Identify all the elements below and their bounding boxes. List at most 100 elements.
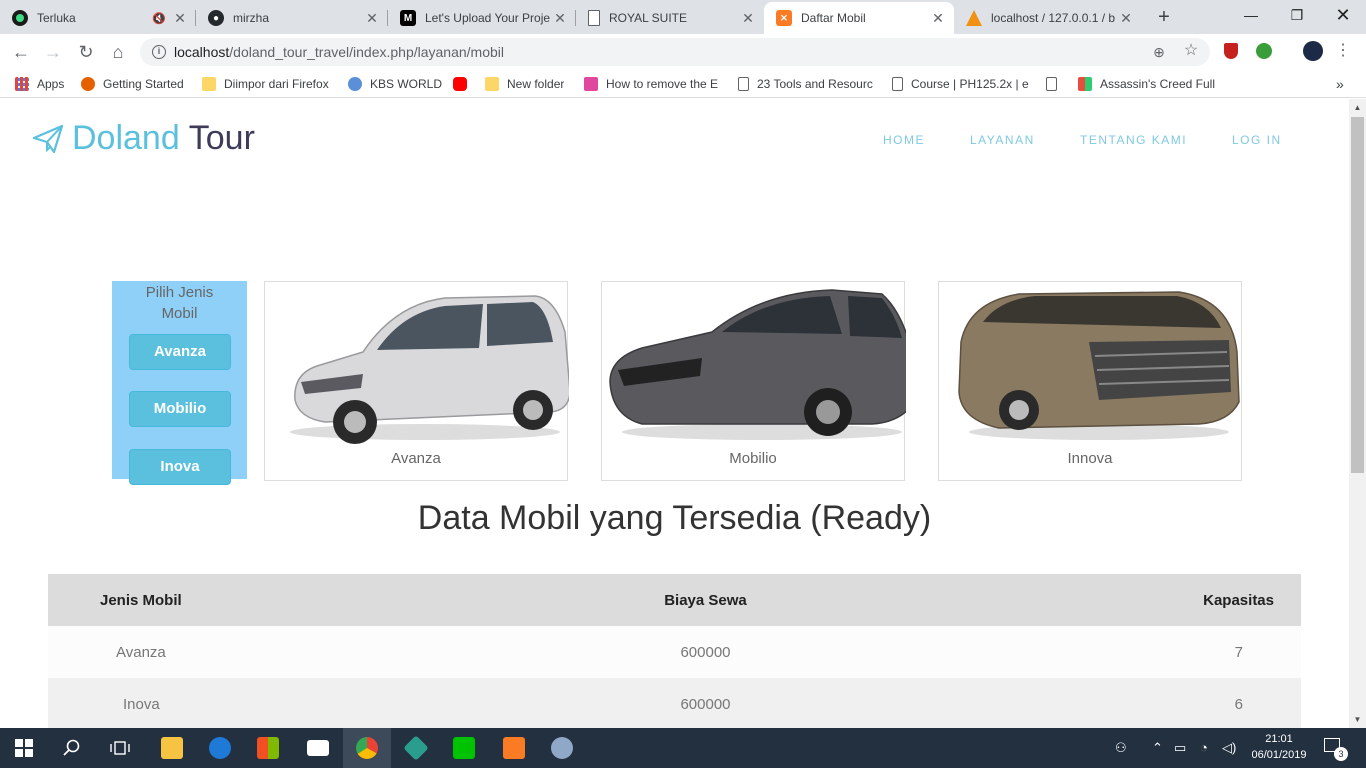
system-clock[interactable]: 21:01 06/01/2019 (1244, 731, 1314, 763)
info-icon[interactable]: i (152, 45, 166, 59)
window-close-button[interactable]: ✕ (1320, 0, 1366, 30)
bookmarks-overflow[interactable]: » (1336, 75, 1344, 93)
bookmark-assassins-creed[interactable]: Assassin's Creed Full (1078, 75, 1218, 93)
browser-toolbar: ← → ↻ ⌂ i localhost/doland_tour_travel/i… (0, 34, 1366, 70)
bookmark-apps[interactable]: Apps (15, 75, 64, 93)
mobilio-button[interactable]: Mobilio (129, 391, 231, 427)
tab-mirzha[interactable]: ● mirzha ✕ (196, 2, 388, 34)
wifi-icon[interactable]: ◔ (1200, 740, 1208, 755)
car-type-selector: Pilih Jenis Mobil Avanza Mobilio Inova (112, 281, 247, 485)
car-card-avanza[interactable]: Avanza (264, 281, 569, 481)
cell-kapasitas: 6 (863, 678, 1301, 728)
inova-button[interactable]: Inova (129, 449, 231, 485)
notification-icon[interactable]: 3 (1324, 738, 1348, 761)
kbs-icon (348, 77, 362, 91)
bookmark-23-tools[interactable]: 23 Tools and Resourc (738, 75, 876, 93)
table-header-row: Jenis Mobil Biaya Sewa Kapasitas (48, 574, 1301, 626)
battery-icon[interactable]: ▭ (1174, 740, 1186, 756)
nav-layanan[interactable]: LAYANAN (970, 133, 1035, 147)
tab-daftar-mobil[interactable]: ⨯ Daftar Mobil ✕ (764, 2, 954, 34)
firefox-icon (81, 77, 95, 91)
scroll-up-icon[interactable]: ▲ (1349, 99, 1366, 116)
paint-icon[interactable] (538, 728, 586, 768)
bookmark-diimpor[interactable]: Diimpor dari Firefox (202, 75, 329, 93)
document-icon (738, 77, 749, 91)
reload-icon[interactable]: ↻ (74, 40, 98, 64)
music-app-icon (12, 10, 28, 26)
volume-icon[interactable]: ◁) (1222, 740, 1236, 756)
apps-grid-icon (15, 77, 29, 91)
address-bar[interactable]: i localhost/doland_tour_travel/index.php… (140, 38, 1210, 66)
document-icon (892, 77, 903, 91)
home-icon[interactable]: ⌂ (106, 40, 130, 64)
page-scrollbar[interactable]: ▲ ▼ (1349, 99, 1366, 728)
notification-count: 3 (1334, 747, 1348, 761)
chrome-icon[interactable] (343, 728, 391, 768)
bookmark-document[interactable] (1046, 75, 1065, 93)
back-arrow-icon[interactable]: ← (9, 40, 33, 64)
git-kraken-icon[interactable] (392, 728, 440, 768)
table-row: Avanza 600000 7 (48, 626, 1301, 678)
brand-name-part1: Doland (72, 119, 180, 157)
scrollbar-thumb[interactable] (1351, 117, 1364, 473)
url-path: /doland_tour_travel/index.php/layanan/mo… (229, 44, 505, 60)
search-icon[interactable] (48, 728, 96, 768)
forward-arrow-icon[interactable]: → (41, 40, 65, 64)
extension-shield-icon[interactable] (1224, 43, 1242, 61)
document-icon (588, 10, 600, 26)
bookmark-new-folder[interactable]: New folder (485, 75, 564, 93)
windows-start-icon[interactable] (0, 728, 48, 768)
xampp-icon[interactable] (490, 728, 538, 768)
close-icon[interactable]: ✕ (364, 10, 380, 27)
nav-log-in[interactable]: LOG IN (1232, 133, 1282, 147)
selector-title: Pilih Jenis Mobil (145, 284, 214, 322)
bookmark-youtube[interactable] (453, 75, 475, 93)
scroll-down-icon[interactable]: ▼ (1349, 711, 1366, 728)
profile-avatar-icon[interactable] (1303, 41, 1323, 61)
car-card-innova[interactable]: Innova (938, 281, 1242, 481)
car-card-mobilio[interactable]: Mobilio (601, 281, 906, 481)
tab-phpmyadmin[interactable]: localhost / 127.0.0.1 / b ✕ (954, 2, 1142, 34)
new-tab-button[interactable]: + (1152, 6, 1176, 28)
cell-biaya-sewa: 600000 (548, 626, 863, 678)
browser-tab-strip: Terluka 🔇 ✕ ● mirzha ✕ M Let's Upload Yo… (0, 0, 1366, 34)
brand-name-part2: Tour (188, 119, 255, 157)
mail-icon[interactable] (294, 728, 342, 768)
bookmark-getting-started[interactable]: Getting Started (81, 75, 184, 93)
extension-globe-icon[interactable] (1256, 43, 1274, 61)
chevron-up-icon[interactable]: ⌃ (1152, 740, 1163, 756)
line-icon[interactable] (440, 728, 488, 768)
bookmark-course-ph125[interactable]: Course | PH125.2x | e (892, 75, 1030, 93)
close-icon[interactable]: ✕ (740, 10, 756, 27)
close-icon[interactable]: ✕ (1118, 10, 1134, 27)
restore-button[interactable]: ❐ (1274, 0, 1320, 30)
zoom-icon[interactable]: ⊕ (1150, 43, 1168, 61)
close-icon[interactable]: ✕ (930, 10, 946, 27)
tab-terluka[interactable]: Terluka 🔇 ✕ (0, 2, 196, 34)
column-header-jenis-mobil: Jenis Mobil (48, 574, 548, 626)
column-header-kapasitas: Kapasitas (863, 574, 1301, 626)
url-text[interactable]: localhost/doland_tour_travel/index.php/l… (174, 44, 504, 60)
tab-royal-suite[interactable]: ROYAL SUITE ✕ (576, 2, 764, 34)
bookmark-star-icon[interactable]: ☆ (1182, 42, 1200, 60)
youtube-icon (453, 77, 467, 91)
car-caption-innova: Innova (1067, 450, 1113, 467)
site-logo[interactable]: Doland Tour (32, 119, 255, 158)
minimize-button[interactable]: — (1228, 0, 1274, 30)
menu-kebab-icon[interactable]: ⋮ (1334, 42, 1352, 60)
avanza-button[interactable]: Avanza (129, 334, 231, 370)
tab-medium[interactable]: M Let's Upload Your Proje ✕ (388, 2, 576, 34)
task-view-icon[interactable] (96, 728, 144, 768)
speaker-muted-icon[interactable]: 🔇 (152, 12, 168, 25)
nav-tentang-kami[interactable]: TENTANG KAMI (1080, 133, 1187, 147)
close-icon[interactable]: ✕ (172, 10, 188, 27)
store-icon[interactable] (244, 728, 292, 768)
bookmark-how-to-remove[interactable]: How to remove the E (584, 75, 722, 93)
bookmark-kbs-world[interactable]: KBS WORLD (348, 75, 442, 93)
file-explorer-icon[interactable] (148, 728, 196, 768)
nav-home[interactable]: HOME (883, 133, 925, 147)
close-icon[interactable]: ✕ (552, 10, 568, 27)
edge-icon[interactable] (196, 728, 244, 768)
people-icon[interactable]: ⚇ (1115, 740, 1127, 756)
innova-car-image (958, 291, 1240, 440)
